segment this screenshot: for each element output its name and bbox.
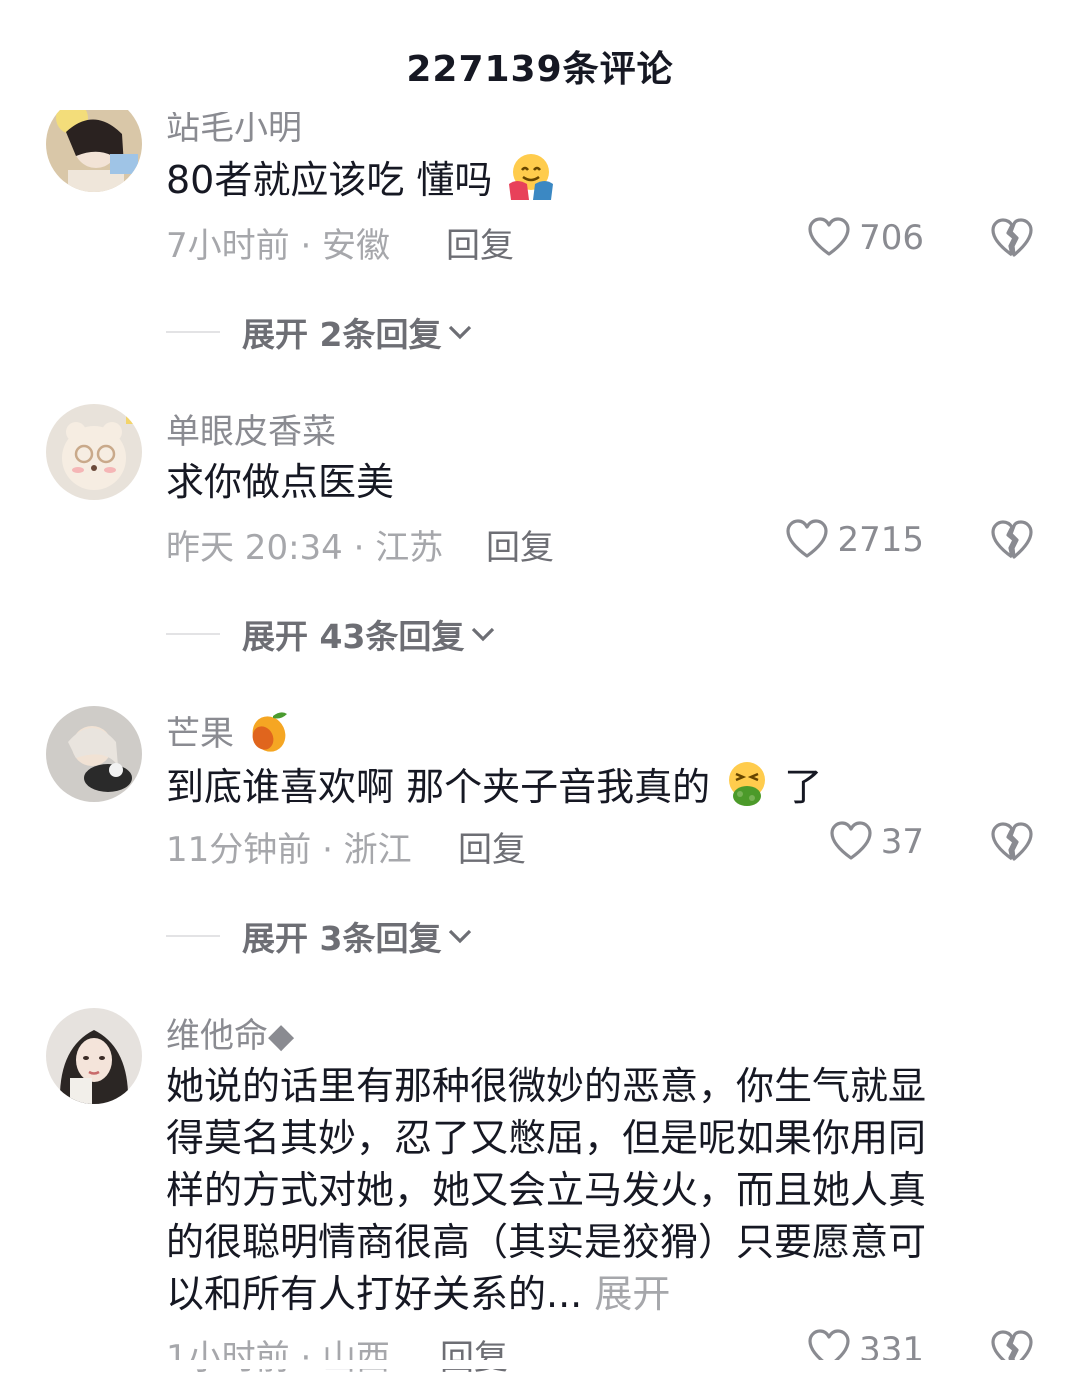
broken-heart-icon — [991, 218, 1033, 257]
vomiting-face-icon — [722, 758, 772, 821]
broken-heart-icon — [991, 822, 1033, 861]
avatar[interactable] — [46, 404, 142, 500]
like-count: 37 — [880, 822, 924, 862]
time-location: 11分钟前 · 浙江 — [166, 830, 412, 870]
like-count: 706 — [859, 218, 924, 258]
avatar[interactable] — [46, 96, 142, 192]
time-location: 昨天 20:34 · 江苏 — [166, 528, 444, 568]
reply-button[interactable]: 回复 — [458, 822, 526, 871]
comment-text: 她说的话里有那种很微妙的恶意，你生气就显 得莫名其妙，忍了又憋屈，但是呢如果你用… — [166, 1060, 1006, 1320]
comment-text: 到底谁喜欢啊 那个夹子音我真的 了 — [166, 758, 822, 821]
comment-text-content: 80者就应该吃 懂吗 — [166, 158, 493, 202]
dislike-button[interactable] — [990, 820, 1034, 864]
expand-replies-label: 展开 3条回复 — [242, 919, 442, 958]
expand-replies-label: 展开 43条回复 — [242, 617, 465, 656]
time-location: 1小时前 · 山西 — [166, 1338, 391, 1378]
expand-replies-button[interactable]: 展开 43条回复 — [166, 612, 498, 656]
comment-text: 求你做点医美 — [166, 460, 395, 504]
comment-text-line: 的很聪明情商很高（其实是狡猾）只要愿意可 — [166, 1220, 927, 1264]
avatar[interactable] — [46, 706, 142, 802]
divider — [166, 935, 220, 937]
chevron-down-icon — [449, 929, 472, 944]
reply-button[interactable]: 回复 — [440, 1330, 508, 1379]
time-location: 7小时前 · 安徽 — [166, 226, 391, 266]
comment-text-after: 了 — [784, 765, 823, 809]
username[interactable]: 芒果 — [166, 706, 291, 763]
divider — [166, 633, 220, 635]
comment-text-line: 得莫名其妙，忍了又憋屈，但是呢如果你用同 — [166, 1116, 927, 1160]
expand-replies-button[interactable]: 展开 3条回复 — [166, 914, 475, 958]
avatar[interactable] — [46, 1008, 142, 1104]
username-text: 芒果 — [166, 714, 234, 754]
comment-text-before: 到底谁喜欢啊 那个夹子音我真的 — [166, 765, 711, 809]
heart-icon — [786, 519, 829, 558]
chevron-down-icon — [472, 627, 495, 642]
expand-replies-button[interactable]: 展开 2条回复 — [166, 310, 475, 354]
username[interactable]: 维他命◆ — [166, 1008, 294, 1057]
like-count: 2715 — [837, 520, 924, 560]
like-button[interactable]: 37 — [810, 820, 924, 864]
dislike-button[interactable] — [990, 216, 1034, 260]
expand-text-button[interactable]: 展开 — [594, 1272, 670, 1316]
comment-text: 80者就应该吃 懂吗 — [166, 150, 557, 215]
reply-button[interactable]: 回复 — [446, 218, 514, 267]
expand-replies-label: 展开 2条回复 — [242, 315, 442, 354]
comment-text-line: 她说的话里有那种很微妙的恶意，你生气就显 — [166, 1064, 927, 1108]
like-button[interactable]: 2715 — [774, 518, 924, 562]
comment-count-title: 227139条评论 — [406, 49, 674, 90]
comments-header: 227139条评论 — [0, 0, 1080, 110]
comment-text-line: 样的方式对她，她又会立马发火，而且她人真 — [166, 1168, 927, 1212]
dislike-button[interactable] — [990, 518, 1034, 562]
comment-text-line: 以和所有人打好关系的... 展开 — [166, 1268, 1006, 1320]
broken-heart-icon — [991, 520, 1033, 559]
screen-edge — [0, 1360, 1080, 1369]
mango-icon — [245, 708, 291, 763]
comment-text-last: 以和所有人打好关系的... — [166, 1272, 583, 1316]
heart-icon — [830, 821, 872, 860]
chevron-down-icon — [449, 325, 472, 340]
heart-icon — [808, 217, 850, 256]
hugging-face-icon — [505, 150, 557, 215]
divider — [166, 331, 220, 333]
like-button[interactable]: 706 — [790, 216, 924, 260]
username[interactable]: 单眼皮香菜 — [166, 404, 336, 453]
reply-button[interactable]: 回复 — [486, 520, 554, 569]
